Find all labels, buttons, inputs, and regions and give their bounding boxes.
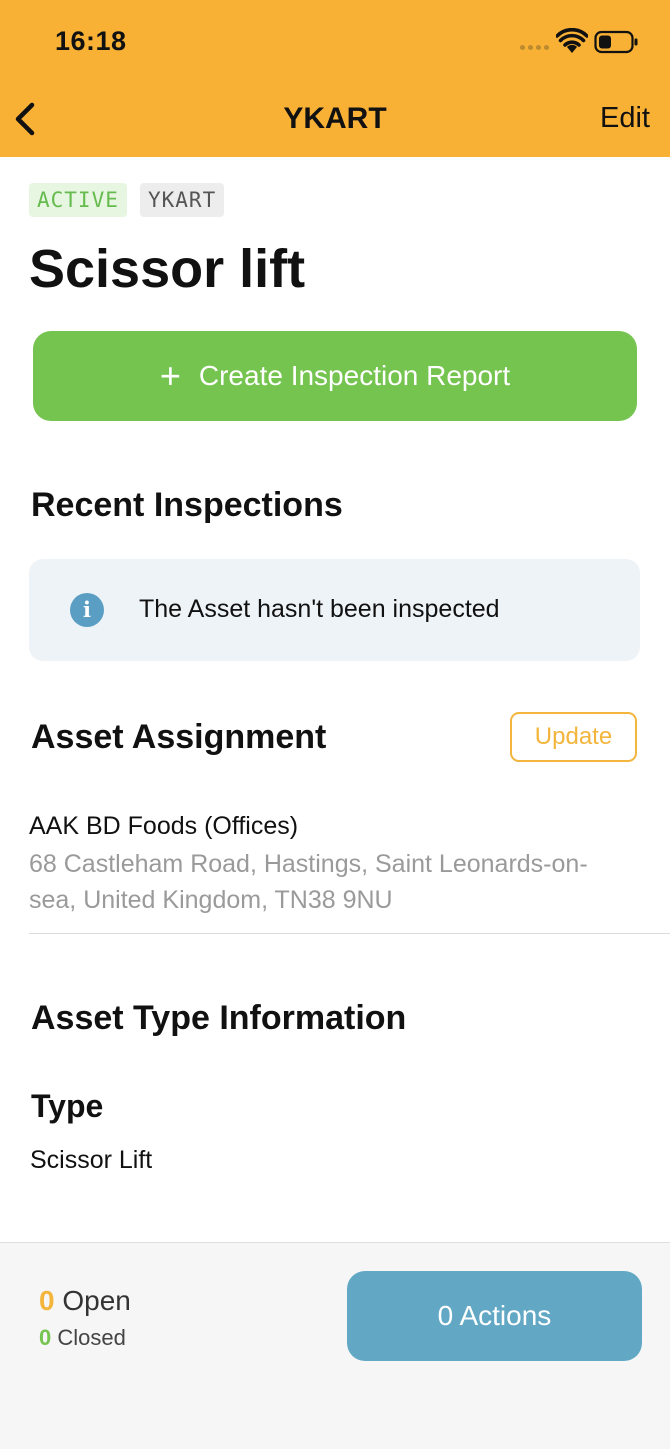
create-inspection-report-button[interactable]: + Create Inspection Report bbox=[33, 331, 637, 421]
recent-inspections-heading: Recent Inspections bbox=[31, 486, 343, 524]
section-divider bbox=[29, 933, 670, 934]
create-inspection-report-label: Create Inspection Report bbox=[198, 360, 511, 391]
cellular-signal-icon bbox=[520, 45, 549, 50]
closed-count: 0 bbox=[39, 1325, 52, 1350]
type-label: Type bbox=[31, 1088, 104, 1124]
type-value: Scissor Lift bbox=[30, 1146, 153, 1174]
page-title: Scissor lift bbox=[29, 239, 306, 299]
battery-icon bbox=[594, 30, 638, 54]
assignment-location-name: AAK BD Foods (Offices) bbox=[29, 812, 299, 840]
no-inspections-notice: i The Asset hasn't been inspected bbox=[29, 559, 640, 661]
assignment-address: 68 Castleham Road, Hastings, Saint Leona… bbox=[29, 850, 588, 914]
asset-type-information-heading: Asset Type Information bbox=[31, 999, 407, 1037]
update-assignment-button[interactable]: Update bbox=[510, 712, 637, 762]
plus-icon: + bbox=[159, 355, 181, 396]
open-label: Open bbox=[62, 1285, 131, 1316]
wifi-icon bbox=[556, 28, 588, 53]
nav-title: YKART bbox=[283, 102, 387, 135]
no-inspections-message: The Asset hasn't been inspected bbox=[139, 595, 500, 623]
asset-code-badge: YKART bbox=[140, 183, 225, 217]
open-actions-count: 0 Open bbox=[39, 1285, 131, 1317]
status-time: 16:18 bbox=[55, 26, 127, 56]
open-count: 0 bbox=[39, 1285, 55, 1316]
info-icon: i bbox=[70, 593, 104, 627]
app-header: 16:18 YKART Edit bbox=[0, 0, 670, 157]
asset-assignment-heading: Asset Assignment bbox=[31, 718, 327, 756]
edit-button[interactable]: Edit bbox=[600, 102, 650, 135]
closed-actions-count: 0 Closed bbox=[39, 1325, 126, 1351]
closed-label: Closed bbox=[57, 1325, 126, 1350]
status-badge: ACTIVE bbox=[29, 183, 127, 217]
actions-button[interactable]: 0 Actions bbox=[347, 1271, 642, 1361]
